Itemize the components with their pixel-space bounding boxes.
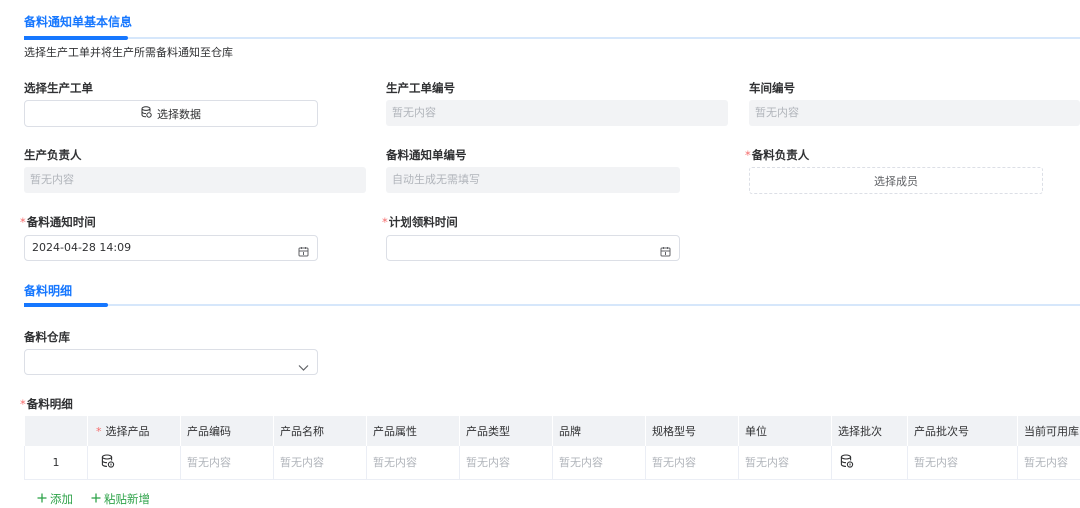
select-data-button[interactable]: 选择数据: [24, 100, 318, 127]
database-icon[interactable]: [101, 454, 115, 471]
workshop-no-field: 暂无内容: [749, 100, 1080, 126]
notice-time-picker[interactable]: 2024-04-28 14:09: [24, 235, 318, 261]
required-mark: *: [745, 148, 751, 162]
database-icon[interactable]: [840, 454, 854, 471]
required-mark: *: [20, 397, 26, 411]
section-accent-bar: [24, 303, 108, 307]
notice-no-label: 备料通知单编号: [386, 148, 467, 162]
warehouse-select[interactable]: [24, 349, 318, 375]
product-attr-cell: 暂无内容: [366, 446, 460, 480]
section-divider: [24, 37, 1080, 39]
database-icon: [141, 106, 152, 121]
product-code-cell: 暂无内容: [180, 446, 274, 480]
brand-cell: 暂无内容: [552, 446, 646, 480]
column-header-spec: 规格型号: [645, 416, 739, 446]
plus-icon: [37, 492, 47, 506]
paste-add-label: 粘贴新增: [104, 492, 150, 506]
plan-pick-time-picker[interactable]: [386, 235, 680, 261]
required-mark: *: [20, 215, 26, 229]
section-description: 选择生产工单并将生产所需备料通知至仓库: [24, 46, 233, 59]
plus-icon: [91, 492, 101, 506]
section-accent-bar: [24, 36, 128, 40]
detail-table: * 选择产品 产品编码 产品名称 产品属性 产品类型 品牌 规格型号 单位 选择批…: [24, 416, 1080, 480]
column-header-product-code: 产品编码: [180, 416, 274, 446]
spec-cell: 暂无内容: [645, 446, 739, 480]
section-divider: [24, 304, 1080, 306]
notice-time-label: *备料通知时间: [20, 215, 96, 229]
plan-pick-time-label: *计划领料时间: [382, 215, 458, 229]
table-header-row: * 选择产品 产品编码 产品名称 产品属性 产品类型 品牌 规格型号 单位 选择批…: [24, 416, 1080, 446]
work-order-label: 选择生产工单: [24, 81, 93, 95]
unit-cell: 暂无内容: [738, 446, 832, 480]
notice-time-value: 2024-04-28 14:09: [32, 241, 132, 254]
column-header-batch: 选择批次: [831, 416, 908, 446]
column-header-unit: 单位: [738, 416, 832, 446]
add-label: 添加: [50, 492, 73, 506]
production-manager-field: 暂无内容: [24, 167, 366, 193]
table-row: 1 暂无内容 暂无内容 暂无内容 暂无内容 暂无内容 暂无内容 暂无内容 暂无内…: [24, 446, 1080, 480]
workshop-no-label: 车间编号: [749, 81, 795, 95]
row-index: 1: [24, 446, 88, 480]
paste-add-button[interactable]: 粘贴新增: [91, 491, 150, 507]
column-header-batch-no: 产品批次号: [907, 416, 1018, 446]
notice-no-field: 自动生成无需填写: [386, 167, 680, 193]
calendar-icon: [298, 242, 309, 266]
section-title-detail: 备料明细: [24, 284, 73, 298]
calendar-icon: [660, 242, 671, 266]
column-header-product-attr: 产品属性: [366, 416, 460, 446]
required-mark: *: [382, 215, 388, 229]
production-manager-label: 生产负责人: [24, 148, 82, 162]
required-mark: *: [96, 425, 102, 438]
select-data-label: 选择数据: [157, 107, 201, 121]
product-type-cell: 暂无内容: [459, 446, 553, 480]
select-product-cell[interactable]: [87, 446, 181, 480]
column-header-product: * 选择产品: [87, 416, 181, 446]
detail-label: *备料明细: [20, 397, 73, 411]
work-order-no-label: 生产工单编号: [386, 81, 455, 95]
select-member-button[interactable]: 选择成员: [749, 167, 1043, 194]
select-batch-cell[interactable]: [831, 446, 908, 480]
column-header-product-name: 产品名称: [273, 416, 367, 446]
column-header-brand: 品牌: [552, 416, 646, 446]
section-title-basic-info: 备料通知单基本信息: [24, 15, 133, 29]
product-name-cell: 暂无内容: [273, 446, 367, 480]
add-row-button[interactable]: 添加: [37, 491, 73, 507]
work-order-no-field: 暂无内容: [386, 100, 728, 126]
material-manager-label: *备料负责人: [745, 148, 810, 162]
column-header-available-stock: 当前可用库: [1017, 416, 1080, 446]
available-stock-cell: 暂无内容: [1017, 446, 1080, 480]
column-header-index: [24, 416, 88, 446]
batch-no-cell: 暂无内容: [907, 446, 1018, 480]
chevron-down-icon: [298, 357, 309, 381]
column-header-product-type: 产品类型: [459, 416, 553, 446]
warehouse-label: 备料仓库: [24, 330, 70, 344]
